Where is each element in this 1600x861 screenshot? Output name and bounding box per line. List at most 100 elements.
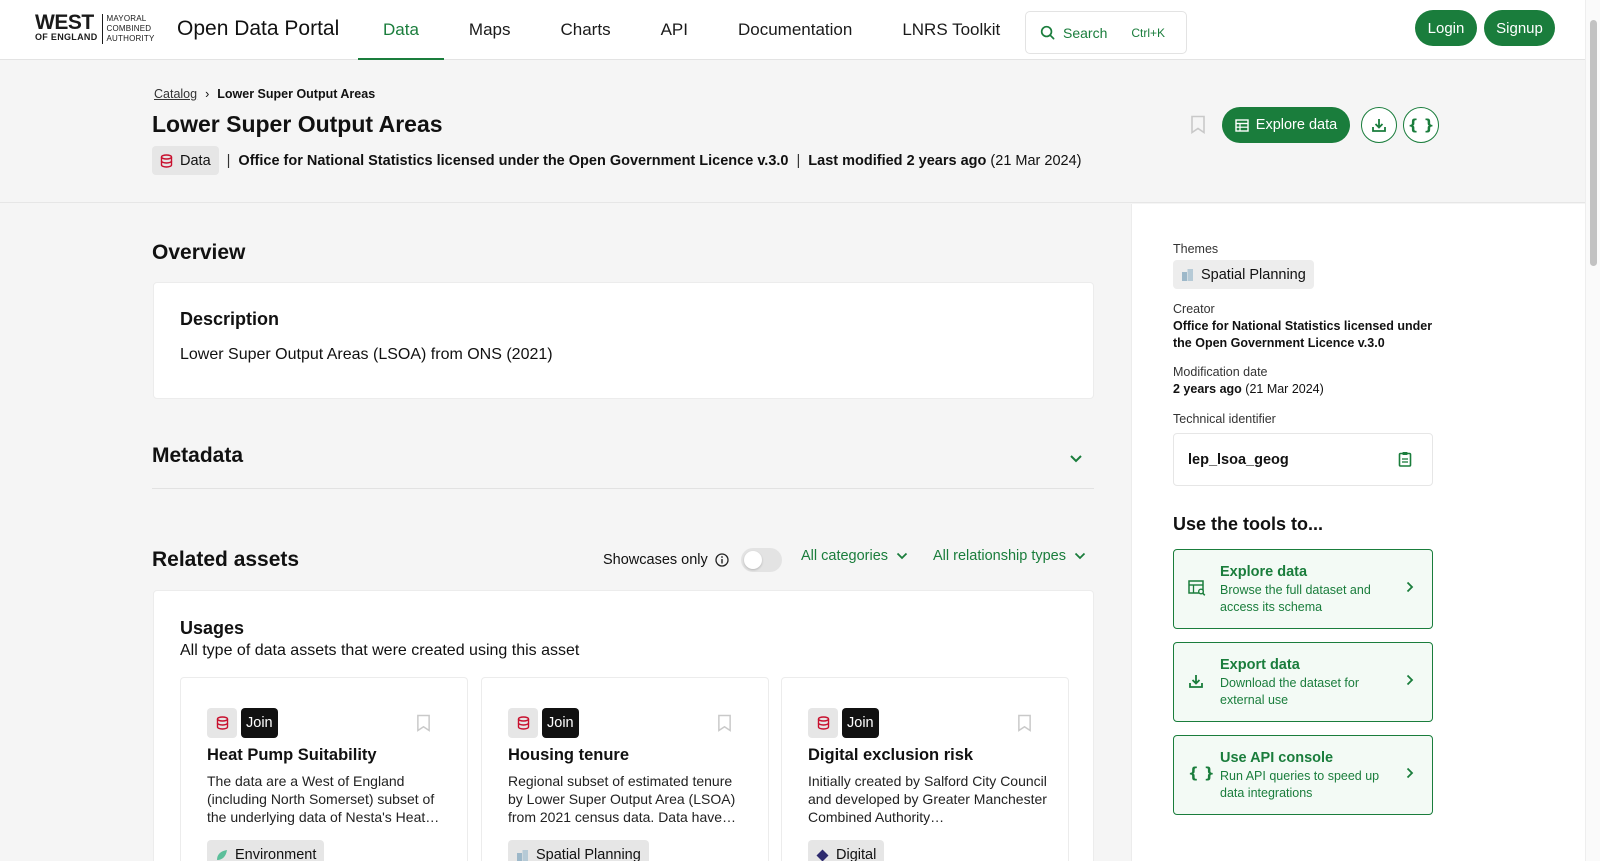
bookmark-icon[interactable] [717, 714, 732, 737]
curly-braces-icon: { } [1407, 116, 1435, 134]
nav-api[interactable]: API [636, 0, 713, 60]
nav-maps[interactable]: Maps [444, 0, 536, 60]
usage-card-digital-exclusion[interactable]: Join Digital exclusion risk Initially cr… [781, 677, 1069, 861]
download-button[interactable] [1361, 107, 1397, 143]
technical-identifier-label: Technical identifier [1173, 412, 1276, 426]
nav-lnrs-toolkit[interactable]: LNRS Toolkit [877, 0, 1025, 60]
tool-api-console[interactable]: { } Use API console Run API queries to s… [1173, 735, 1433, 815]
nav-charts[interactable]: Charts [536, 0, 636, 60]
toggle-knob [743, 551, 762, 569]
modification-date-value: 2 years ago (21 Mar 2024) [1173, 381, 1433, 398]
logo-wordmark: WEST OF ENGLAND [35, 12, 98, 42]
tool-description: Download the dataset for external use [1220, 676, 1359, 707]
scrollbar-thumb[interactable] [1590, 20, 1597, 266]
tool-explore-data[interactable]: Explore data Browse the full dataset and… [1173, 549, 1433, 629]
modified-prefix: Last modified [808, 152, 903, 169]
leaf-icon [217, 849, 227, 860]
theme-chip[interactable]: Spatial Planning [1173, 260, 1314, 289]
theme-tag-label: Digital [836, 847, 877, 861]
bookmark-icon[interactable] [1017, 714, 1032, 737]
database-icon [808, 708, 838, 738]
info-icon[interactable] [715, 553, 729, 567]
tool-title: Explore data [1220, 564, 1308, 580]
login-button[interactable]: Login [1415, 10, 1477, 46]
clipboard-icon[interactable] [1398, 451, 1412, 472]
categories-dropdown[interactable]: All categories [801, 548, 908, 564]
usage-card-housing-tenure[interactable]: Join Housing tenure Regional subset of e… [481, 677, 769, 861]
curly-braces-icon: { } [1188, 764, 1215, 782]
usage-card-title: Heat Pump Suitability [207, 746, 377, 764]
breadcrumb: Catalog › Lower Super Output Areas [154, 87, 375, 101]
tool-description: Run API queries to speed up data integra… [1220, 769, 1380, 800]
modification-date-label: Modification date [1173, 365, 1268, 379]
logo-line-3: AUTHORITY [106, 34, 155, 43]
modified-date: (21 Mar 2024) [990, 152, 1082, 169]
breadcrumb-current: Lower Super Output Areas [217, 87, 376, 101]
portal-title[interactable]: Open Data Portal [177, 17, 339, 41]
meta-separator: | [796, 152, 801, 169]
relationship-types-label: All relationship types [933, 548, 1066, 564]
nav-data[interactable]: Data [358, 0, 444, 61]
chevron-down-icon[interactable] [1069, 450, 1083, 468]
relationship-types-dropdown[interactable]: All relationship types [933, 548, 1086, 564]
usage-card-title: Digital exclusion risk [808, 746, 974, 764]
theme-tag: Environment [207, 840, 325, 861]
showcases-toggle[interactable] [740, 548, 782, 572]
logo-authority-text: MAYORAL COMBINED AUTHORITY [107, 14, 155, 44]
overview-heading: Overview [152, 241, 246, 264]
theme-tag: Digital [808, 840, 885, 861]
logo-sub-text: OF ENGLAND [35, 32, 98, 42]
tools-heading: Use the tools to... [1173, 514, 1324, 534]
weca-logo[interactable]: WEST OF ENGLAND MAYORAL COMBINED AUTHORI… [35, 12, 155, 44]
logo-line-1: MAYORAL [106, 14, 147, 23]
description-card: Description Lower Super Output Areas (LS… [153, 282, 1094, 399]
database-icon [207, 708, 237, 738]
meta-separator: | [226, 152, 231, 169]
signup-button[interactable]: Signup [1484, 10, 1555, 46]
top-navigation-bar: WEST OF ENGLAND MAYORAL COMBINED AUTHORI… [0, 0, 1585, 61]
join-badge: Join [241, 708, 278, 738]
search-icon [1040, 25, 1055, 40]
explore-data-button[interactable]: Explore data [1222, 107, 1350, 143]
showcases-label: Showcases only [603, 552, 708, 568]
usage-card-description: Initially created by Salford City Counci… [808, 773, 1047, 825]
api-button[interactable]: { } [1403, 107, 1439, 143]
database-icon [160, 153, 173, 168]
creator-value: Office for National Statistics licensed … [1173, 319, 1433, 350]
tool-title: Export data [1220, 657, 1300, 673]
chevron-down-icon [896, 552, 908, 560]
main-nav: Data Maps Charts API Documentation LNRS … [358, 0, 1025, 61]
bookmark-icon[interactable] [416, 714, 431, 737]
showcases-filter: Showcases only [603, 548, 782, 572]
breadcrumb-catalog[interactable]: Catalog [154, 87, 197, 101]
buildings-icon [517, 849, 528, 861]
chevron-right-icon [1406, 673, 1414, 691]
modification-relative: 2 years ago [1173, 382, 1242, 396]
dataset-creator: Office for National Statistics licensed … [238, 152, 789, 169]
description-text: Lower Super Output Areas (LSOA) from ONS… [180, 346, 553, 363]
modified-relative: 2 years ago [906, 152, 987, 169]
tool-title: Use API console [1220, 750, 1334, 766]
usages-subtitle: All type of data assets that were create… [180, 642, 580, 659]
type-chip-label: Data [180, 152, 211, 169]
chevron-right-icon [1406, 580, 1414, 598]
table-search-icon [1188, 580, 1206, 601]
chevron-right-icon [1406, 766, 1414, 784]
nav-documentation[interactable]: Documentation [713, 0, 877, 60]
themes-label: Themes [1173, 242, 1219, 256]
technical-identifier-value[interactable]: lep_lsoa_geog [1188, 452, 1289, 468]
usage-card-heat-pump[interactable]: Join Heat Pump Suitability The data are … [180, 677, 468, 861]
usage-card-description: Regional subset of estimated tenure by L… [508, 773, 737, 825]
page-title: Lower Super Output Areas [152, 111, 443, 137]
modification-date: (21 Mar 2024) [1245, 382, 1324, 396]
search-button[interactable]: Search Ctrl+K [1025, 11, 1187, 54]
digital-icon [816, 849, 829, 861]
buildings-icon [1182, 269, 1193, 281]
theme-tag: Spatial Planning [508, 840, 649, 861]
bookmark-icon[interactable] [1190, 115, 1206, 139]
metadata-heading[interactable]: Metadata [152, 444, 243, 468]
page-scrollbar[interactable] [1585, 0, 1600, 861]
technical-identifier-box: lep_lsoa_geog [1173, 433, 1433, 486]
explore-data-label: Explore data [1255, 117, 1338, 133]
tool-export-data[interactable]: Export data Download the dataset for ext… [1173, 642, 1433, 722]
